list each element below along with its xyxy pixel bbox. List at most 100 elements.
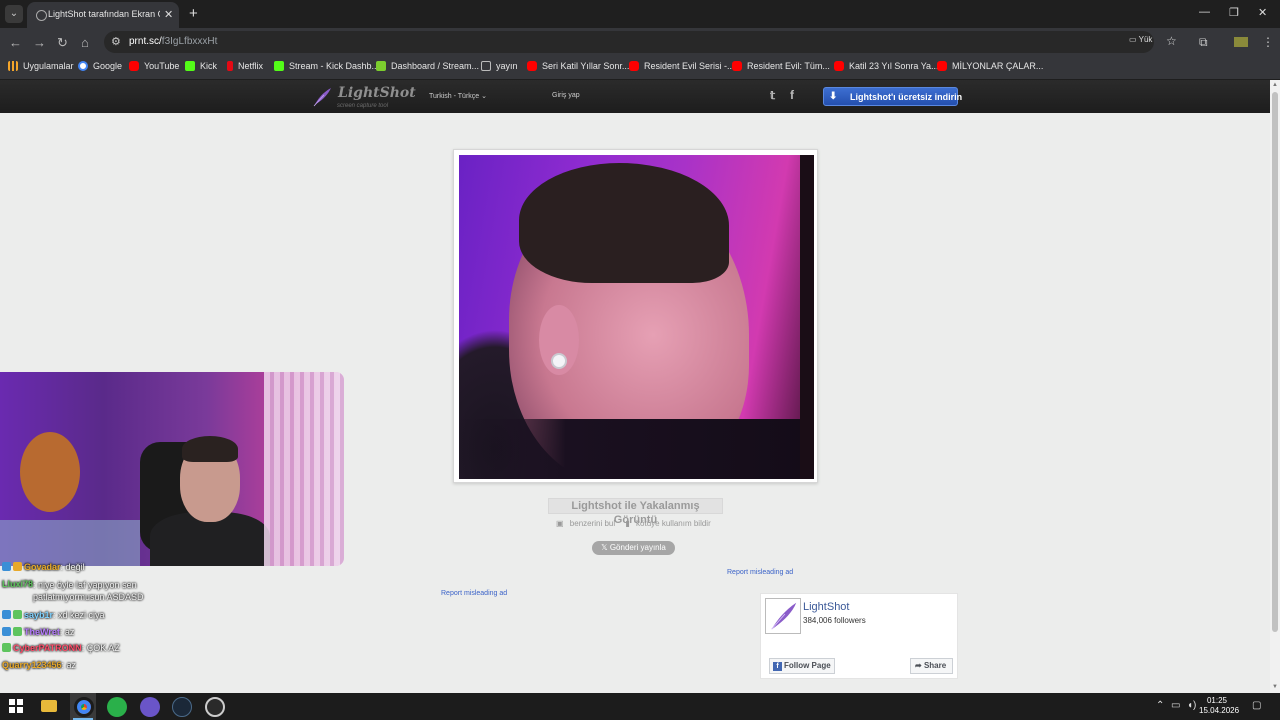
badge-icon <box>13 610 22 619</box>
bookmarks-bar: Uygulamalar Google YouTube Kick Netflix … <box>0 56 1280 80</box>
page-scrollbar[interactable]: ▲ ▼ <box>1270 80 1280 693</box>
image-actions: ▣ benzerini bul ▮ kötüye kullanım bildir <box>556 519 719 528</box>
find-similar-link[interactable]: ▣ benzerini bul <box>556 519 619 528</box>
report-ad-link-right[interactable]: Report misleading ad <box>727 569 793 576</box>
chrome-icon[interactable] <box>74 697 94 717</box>
webcam-hair <box>182 436 238 462</box>
bookmark-label: YouTube <box>144 61 180 71</box>
bookmark-google[interactable]: Google <box>78 61 122 71</box>
scroll-up-icon[interactable]: ▲ <box>1272 82 1278 88</box>
profile-icon[interactable] <box>1234 37 1248 47</box>
xbox-icon[interactable] <box>107 697 127 717</box>
obs-icon[interactable] <box>205 697 225 717</box>
bookmark-label: Stream - Kick Dashb... <box>289 61 380 71</box>
download-button[interactable]: ⬇ Lightshot'ı ücretsiz indirin <box>823 87 962 106</box>
bookmark-apps[interactable]: Uygulamalar <box>8 61 74 71</box>
restore-button[interactable]: ❐ <box>1229 6 1239 19</box>
lightshot-page-logo[interactable] <box>765 598 801 634</box>
chat-message: Govadar: değil <box>2 562 85 572</box>
login-link[interactable]: Giriş yap <box>552 92 580 99</box>
x-logo-icon: 𝕏 <box>601 543 608 552</box>
badge-icon <box>2 627 11 636</box>
report-abuse-label: kötüye kullanım bildir <box>636 519 711 528</box>
file-explorer-icon[interactable] <box>41 700 57 712</box>
twitter-icon[interactable]: 𝕥 <box>770 89 775 102</box>
scroll-down-icon[interactable]: ▼ <box>1272 684 1278 690</box>
tab-lightshot[interactable]: LightShot tarafından Ekran Görüntüsü ✕ <box>27 2 179 28</box>
bookmark-video-2[interactable]: Resident Evil Serisi -... <box>629 61 735 71</box>
bookmark-video-1[interactable]: Seri Katil Yıllar Sonr... <box>527 61 629 71</box>
bookmark-youtube[interactable]: YouTube <box>129 61 179 71</box>
streamlabs-icon <box>376 61 386 71</box>
screenshot-frame <box>453 149 818 483</box>
menu-icon[interactable]: ⋮ <box>1262 35 1274 49</box>
webcam-curtain <box>264 372 344 566</box>
youtube-icon <box>937 61 947 71</box>
bookmark-folder-yayin[interactable]: yayın <box>481 61 518 71</box>
tweet-button[interactable]: 𝕏 Gönderi yayınla <box>592 541 675 555</box>
url-host: prnt.sc/ <box>129 36 162 47</box>
bookmark-video-3[interactable]: Resident Evil: Tüm... <box>732 61 830 71</box>
windows-start-icon[interactable] <box>9 699 23 713</box>
close-window-button[interactable]: ✕ <box>1258 6 1267 19</box>
extensions-icon[interactable]: ⧉ <box>1199 35 1208 50</box>
apps-grid-icon <box>8 61 18 71</box>
forward-button[interactable]: → <box>33 35 46 50</box>
report-ad-link-left[interactable]: Report misleading ad <box>441 590 507 597</box>
tab-search-button[interactable]: ⌄ <box>5 5 23 23</box>
address-bar[interactable]: ⚙ prnt.sc/f3IgLfbxxxHt ▭ Yük ☆ <box>104 31 1177 53</box>
bookmark-label: Resident Evil: Tüm... <box>747 61 830 71</box>
facebook-page-name[interactable]: LightShot <box>803 601 849 613</box>
discord-icon[interactable] <box>140 697 160 717</box>
bookmark-streamlabs[interactable]: Dashboard / Stream... <box>376 61 479 71</box>
streamer-webcam <box>0 372 344 566</box>
volume-icon[interactable]: ◖) <box>1187 700 1196 711</box>
new-tab-button[interactable]: + <box>189 5 198 22</box>
chat-username: Quarry123456 <box>2 660 62 670</box>
chat-username: TheWret <box>24 627 60 637</box>
logo-tagline: screen capture tool <box>337 103 389 109</box>
bookmark-video-4[interactable]: Katil 23 Yıl Sonra Ya... <box>834 61 939 71</box>
bookmark-label: Dashboard / Stream... <box>391 61 480 71</box>
report-abuse-link[interactable]: ▮ kötüye kullanım bildir <box>625 519 714 528</box>
bookmark-star-icon[interactable]: ☆ <box>1166 34 1177 48</box>
tweet-label: Gönderi yayınla <box>609 543 666 552</box>
language-select[interactable]: Turkish - Türkçe ⌄ <box>429 92 487 100</box>
kick-icon <box>274 61 284 71</box>
taskbar-clock[interactable]: 01:25 15.04.2026 <box>1199 696 1239 716</box>
screenshot-image[interactable] <box>459 155 814 479</box>
cast-button[interactable]: ▭ Yük <box>1129 35 1152 44</box>
tab-close-icon[interactable]: ✕ <box>164 8 173 21</box>
chevron-down-icon: ⌄ <box>481 93 488 100</box>
chat-message: CyberPATRONN: ÇOK AZ <box>2 643 120 653</box>
facebook-icon[interactable]: f <box>790 88 794 102</box>
bookmark-kick[interactable]: Kick <box>185 61 217 71</box>
camera-icon: ▣ <box>556 519 564 528</box>
chat-message: Lluxi78: niye öyle laf yapıyon sen patla… <box>2 579 183 603</box>
notifications-icon[interactable]: ▢ <box>1252 700 1261 711</box>
site-info-icon[interactable]: ⚙ <box>111 35 121 48</box>
follow-page-button[interactable]: f Follow Page <box>769 658 835 674</box>
badge-icon <box>2 562 11 571</box>
clock-time: 01:25 <box>1206 696 1228 705</box>
back-button[interactable]: ← <box>9 35 22 50</box>
tray-overflow-icon[interactable]: ⌃ <box>1156 700 1164 711</box>
minimize-button[interactable]: — <box>1199 6 1210 18</box>
chat-username: sayb1r <box>24 610 54 620</box>
home-button[interactable]: ⌂ <box>81 35 89 50</box>
google-icon <box>78 61 88 71</box>
reload-button[interactable]: ↻ <box>57 35 68 51</box>
youtube-icon <box>834 61 844 71</box>
share-label: Share <box>923 661 947 670</box>
chat-text: : niye öyle laf yapıyon sen patlatmıyorm… <box>33 580 144 602</box>
folder-icon <box>481 61 491 71</box>
scrollbar-thumb[interactable] <box>1272 92 1278 632</box>
bookmark-kick-dashboard[interactable]: Stream - Kick Dashb... <box>274 61 379 71</box>
share-button[interactable]: ➦ Share <box>910 658 953 674</box>
bookmark-netflix[interactable]: Netflix <box>227 61 263 71</box>
bookmark-video-5[interactable]: MİLYONLAR ÇALAR... <box>937 61 1043 71</box>
facebook-followers: 384,006 followers <box>803 616 866 625</box>
browser-tab-strip: ⌄ LightShot tarafından Ekran Görüntüsü ✕… <box>0 0 1280 28</box>
network-icon[interactable]: ▭ <box>1171 700 1180 711</box>
steam-icon[interactable] <box>172 697 192 717</box>
